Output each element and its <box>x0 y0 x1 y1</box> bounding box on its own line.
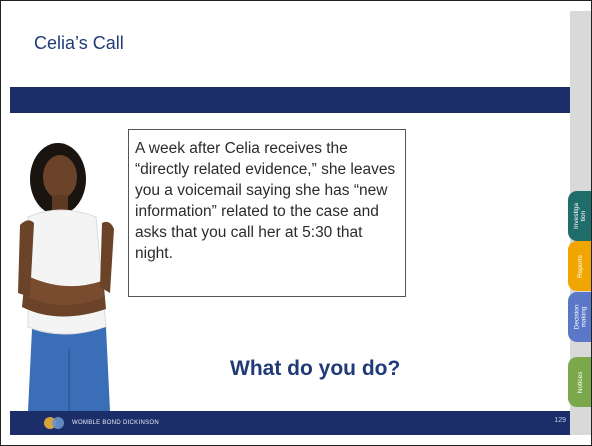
header-band <box>10 87 570 113</box>
brand-name: WOMBLE BOND DICKINSON <box>72 420 159 426</box>
slide-title: Celia’s Call <box>34 33 124 53</box>
tab-reports[interactable]: Reports <box>568 241 591 291</box>
question-prompt: What do you do? <box>230 357 401 380</box>
tab-notices-label: Notices <box>577 371 584 393</box>
footer-bar: WOMBLE BOND DICKINSON 129 <box>10 411 570 435</box>
slide-frame: Celia’s Call A week after Celia receives… <box>0 0 592 446</box>
tab-investigation[interactable]: Investiga tion <box>568 191 591 241</box>
tab-notices[interactable]: Notices <box>568 357 591 407</box>
slide: Celia’s Call A week after Celia receives… <box>10 11 570 435</box>
tab-reports-label: Reports <box>577 254 584 278</box>
tab-decision-making-label: Decision making <box>573 304 588 330</box>
woman-illustration <box>18 143 114 411</box>
tab-decision-making[interactable]: Decision making <box>568 292 591 342</box>
scenario-text: A week after Celia receives the “directl… <box>128 129 406 297</box>
brand-logo: WOMBLE BOND DICKINSON <box>44 415 159 431</box>
page-number: 129 <box>554 417 566 424</box>
logo-icon <box>44 416 66 430</box>
tab-investigation-label: Investiga tion <box>573 202 588 230</box>
